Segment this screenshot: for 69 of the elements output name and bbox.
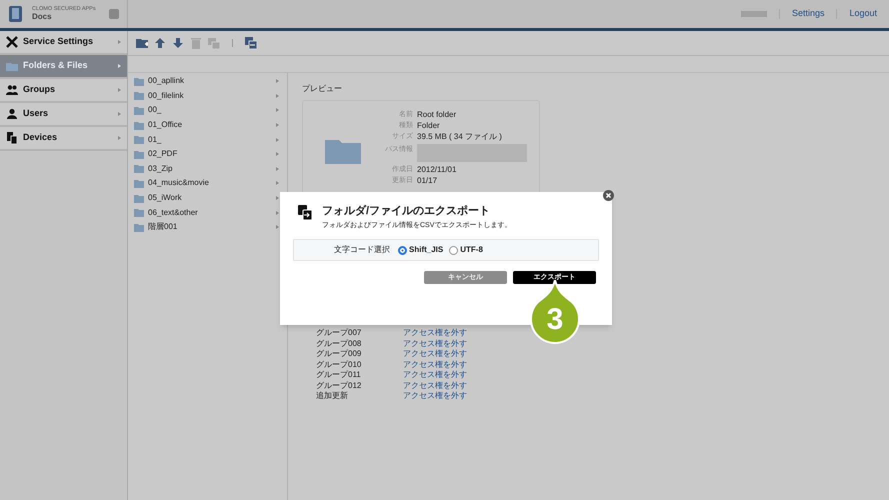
field-value: 2012/11/01: [417, 164, 456, 175]
chevron-icon: [276, 94, 279, 98]
folder-item[interactable]: 01_Office: [128, 118, 287, 132]
radio-label: Shift_JIS: [409, 244, 444, 256]
remove-access-link[interactable]: アクセス権を外す: [403, 338, 467, 350]
folder-icon: [6, 60, 18, 72]
sidebar-item[interactable]: Users: [0, 103, 127, 127]
group-name: グループ010: [316, 358, 362, 370]
remove-access-link[interactable]: アクセス権を外す: [403, 327, 467, 340]
encoding-label: 文字コード選択: [334, 244, 390, 256]
export-icon: [298, 205, 312, 220]
group-name: グループ009: [316, 348, 362, 360]
radio-button[interactable]: [398, 246, 407, 255]
down-icon[interactable]: [172, 37, 184, 49]
group-name: 追加更新: [316, 390, 349, 402]
chevron-icon: [118, 64, 121, 68]
folder-item[interactable]: 02_PDF: [128, 146, 287, 162]
header-link[interactable]: Logout: [849, 7, 877, 21]
remove-access-link[interactable]: アクセス権を外す: [403, 369, 467, 382]
folder-item[interactable]: 00_apllink: [128, 74, 287, 89]
sidebar-item[interactable]: Devices: [0, 127, 127, 151]
sidebar-item[interactable]: Groups: [0, 79, 127, 103]
sidebar-item[interactable]: Service Settings: [0, 31, 127, 55]
remove-access-link[interactable]: アクセス権を外す: [403, 390, 467, 402]
chevron-icon: [276, 108, 279, 112]
chevron-icon: [118, 40, 121, 44]
field-value: 01/17: [417, 175, 438, 186]
field-value: Folder: [417, 120, 440, 131]
step-callout: 3: [530, 280, 580, 347]
chevron-icon: [276, 79, 279, 84]
app-logo-icon: [8, 5, 24, 23]
user-icon: [6, 108, 18, 120]
app-name: Docs: [32, 12, 53, 21]
group-name: グループ008: [316, 338, 362, 349]
folder-item[interactable]: 03_Zip: [128, 162, 287, 176]
group-name: グループ012: [316, 380, 362, 391]
chevron-icon: [276, 138, 279, 142]
group-name: グループ011: [316, 369, 362, 381]
chevron-icon: [276, 152, 279, 156]
chevron-icon: [118, 88, 121, 92]
chevron-icon: [276, 123, 279, 128]
field-value: Root folder: [417, 109, 456, 120]
folder-item[interactable]: 00_: [128, 103, 287, 118]
radio-label: UTF-8: [460, 244, 483, 256]
chevron-icon: [276, 166, 279, 171]
preview-title: プレビュー: [302, 83, 343, 95]
radio-button[interactable]: [449, 246, 458, 255]
redacted-username: [740, 11, 767, 17]
devices-icon: [6, 132, 18, 144]
chevron-icon: [118, 112, 121, 116]
groups-icon: [6, 84, 18, 96]
remove-access-link[interactable]: アクセス権を外す: [403, 380, 467, 392]
dialog-title: フォルダ/ファイルのエクスポート: [322, 205, 492, 219]
export-icon[interactable]: [245, 37, 257, 49]
group-name: グループ007: [316, 327, 362, 339]
folder-item[interactable]: 04_music&movie: [128, 176, 287, 191]
app-switch-icon[interactable]: [109, 9, 119, 19]
folder-item[interactable]: 01_: [128, 132, 287, 147]
chevron-icon: [276, 181, 279, 186]
remove-access-link[interactable]: アクセス権を外す: [403, 358, 467, 371]
new-folder-icon[interactable]: [136, 37, 148, 49]
field-value: 39.5 MB ( 34 ファイル ): [417, 131, 502, 142]
close-icon[interactable]: [603, 190, 614, 201]
up-icon[interactable]: [154, 37, 166, 49]
folder-item[interactable]: 00_filelink: [128, 88, 287, 104]
tools-icon: [6, 36, 18, 48]
chevron-icon: [118, 136, 121, 140]
remove-access-link[interactable]: アクセス権を外す: [403, 348, 467, 360]
header-link[interactable]: Settings: [792, 7, 824, 21]
